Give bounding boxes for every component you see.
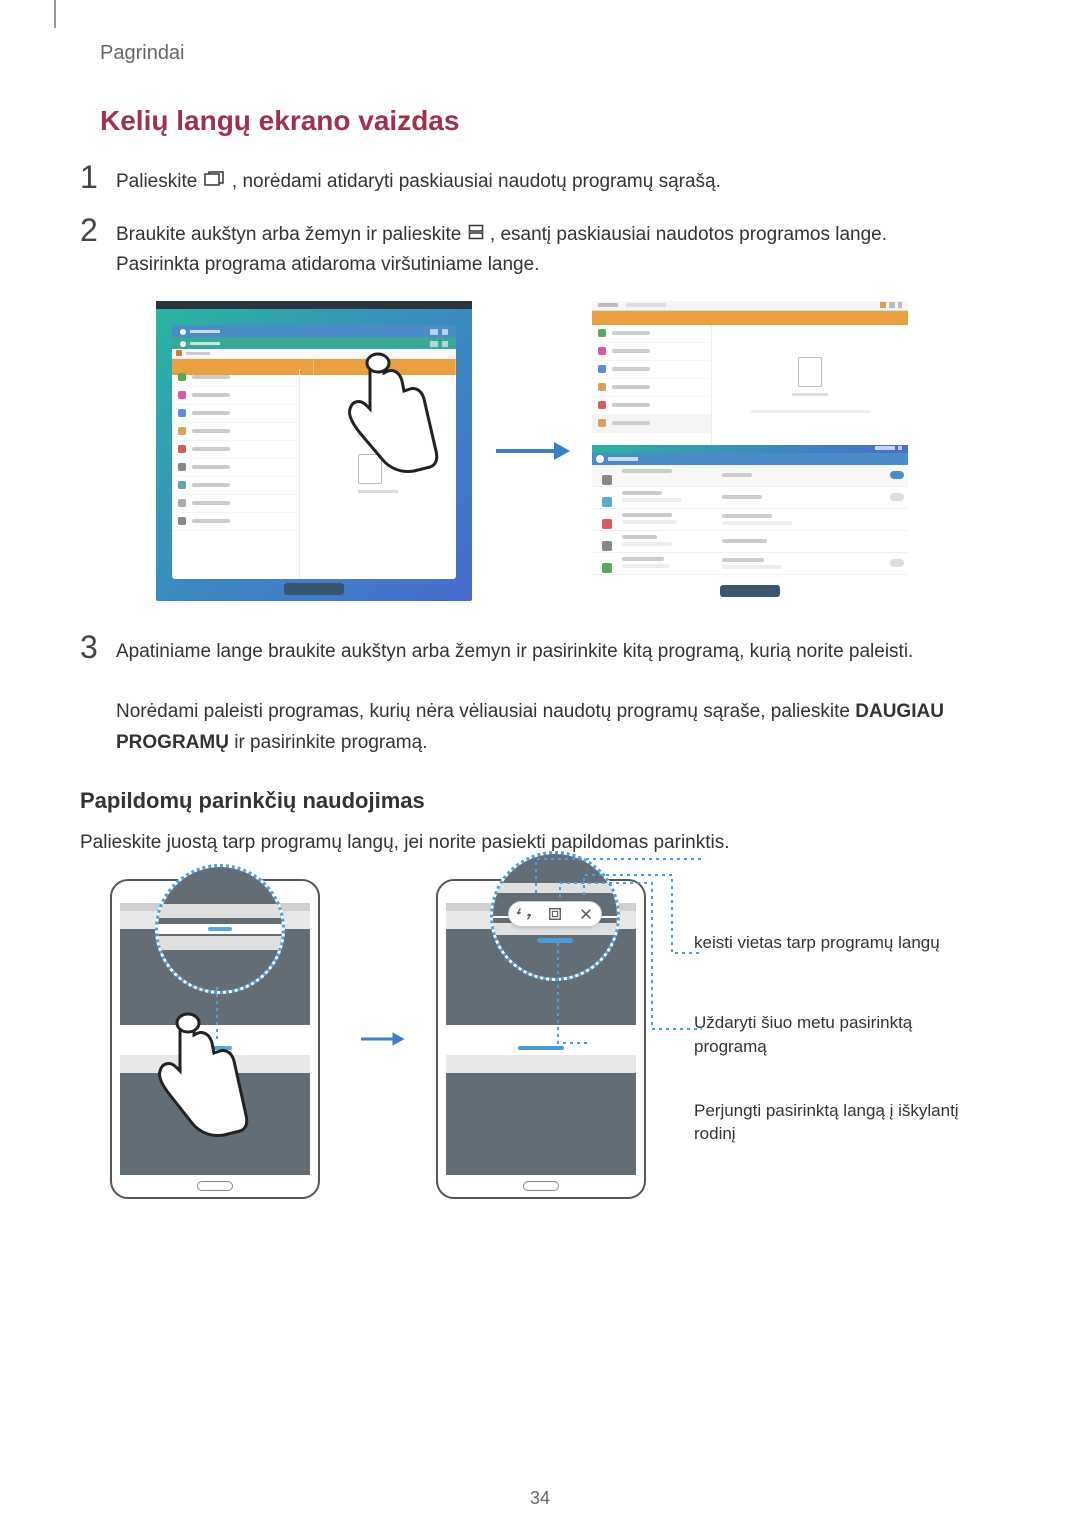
text-fragment: Norėdami paleisti programas, kurių nėra … xyxy=(116,701,855,722)
step-text: Apatiniame lange braukite aukštyn arba ž… xyxy=(116,631,984,759)
text-fragment: Pasirinkta programa atidaroma viršutinia… xyxy=(116,254,539,275)
arrow-right-icon xyxy=(492,436,572,466)
step-text: Palieskite , norėdami atidaryti paskiaus… xyxy=(116,161,984,198)
popup-window-icon xyxy=(548,907,562,921)
split-view-icon xyxy=(468,220,484,250)
device-before xyxy=(80,879,340,1199)
tablet-split-result xyxy=(592,301,908,601)
callout-close: Uždaryti šiuo metu pasirinktą programą xyxy=(694,1011,984,1059)
zoom-divider xyxy=(155,864,285,994)
device-after xyxy=(436,879,676,1199)
subsection-heading: Papildomų parinkčių naudojimas xyxy=(80,788,984,814)
text-fragment: Apatiniame lange braukite aukštyn arba ž… xyxy=(116,641,913,662)
step-number: 2 xyxy=(80,214,116,281)
callout-swap: keisti vietas tarp programų langų xyxy=(694,931,984,971)
step-number: 1 xyxy=(80,161,116,198)
figure-additional-options: keisti vietas tarp programų langų Uždary… xyxy=(80,879,984,1199)
tablet-recent-apps xyxy=(156,301,472,601)
step-1: 1 Palieskite , norėdami atidaryti paskia… xyxy=(80,161,984,198)
step-number: 3 xyxy=(80,631,116,759)
callout-popup: Perjungti pasirinktą langą į iškylantį r… xyxy=(694,1099,984,1147)
recent-apps-icon xyxy=(204,167,226,197)
text-fragment: Braukite aukštyn arba žemyn ir palieskit… xyxy=(116,224,467,245)
page-number: 34 xyxy=(530,1488,550,1509)
section-title: Kelių langų ekrano vaizdas xyxy=(80,105,984,137)
swap-windows-icon xyxy=(517,907,531,921)
text-fragment: , esantį paskiausiai naudotos programos … xyxy=(490,224,887,245)
breadcrumb: Pagrindai xyxy=(100,42,185,65)
hand-gesture-icon xyxy=(342,351,442,501)
text-fragment: Palieskite xyxy=(116,171,203,192)
step-2: 2 Braukite aukštyn arba žemyn ir paliesk… xyxy=(80,214,984,281)
figure-split-view-steps xyxy=(80,301,984,601)
margin-rule xyxy=(54,0,56,28)
text-fragment: ir pasirinkite programą. xyxy=(234,732,427,753)
arrow-right-icon xyxy=(358,1024,418,1054)
zoom-options-bar xyxy=(490,851,620,981)
page-content: Kelių langų ekrano vaizdas 1 Palieskite … xyxy=(80,105,984,1199)
close-icon xyxy=(579,907,593,921)
callout-labels: keisti vietas tarp programų langų Uždary… xyxy=(694,931,984,1146)
step-3: 3 Apatiniame lange braukite aukštyn arba… xyxy=(80,631,984,759)
text-fragment: , norėdami atidaryti paskiausiai naudotų… xyxy=(232,171,721,192)
step-text: Braukite aukštyn arba žemyn ir palieskit… xyxy=(116,214,984,281)
